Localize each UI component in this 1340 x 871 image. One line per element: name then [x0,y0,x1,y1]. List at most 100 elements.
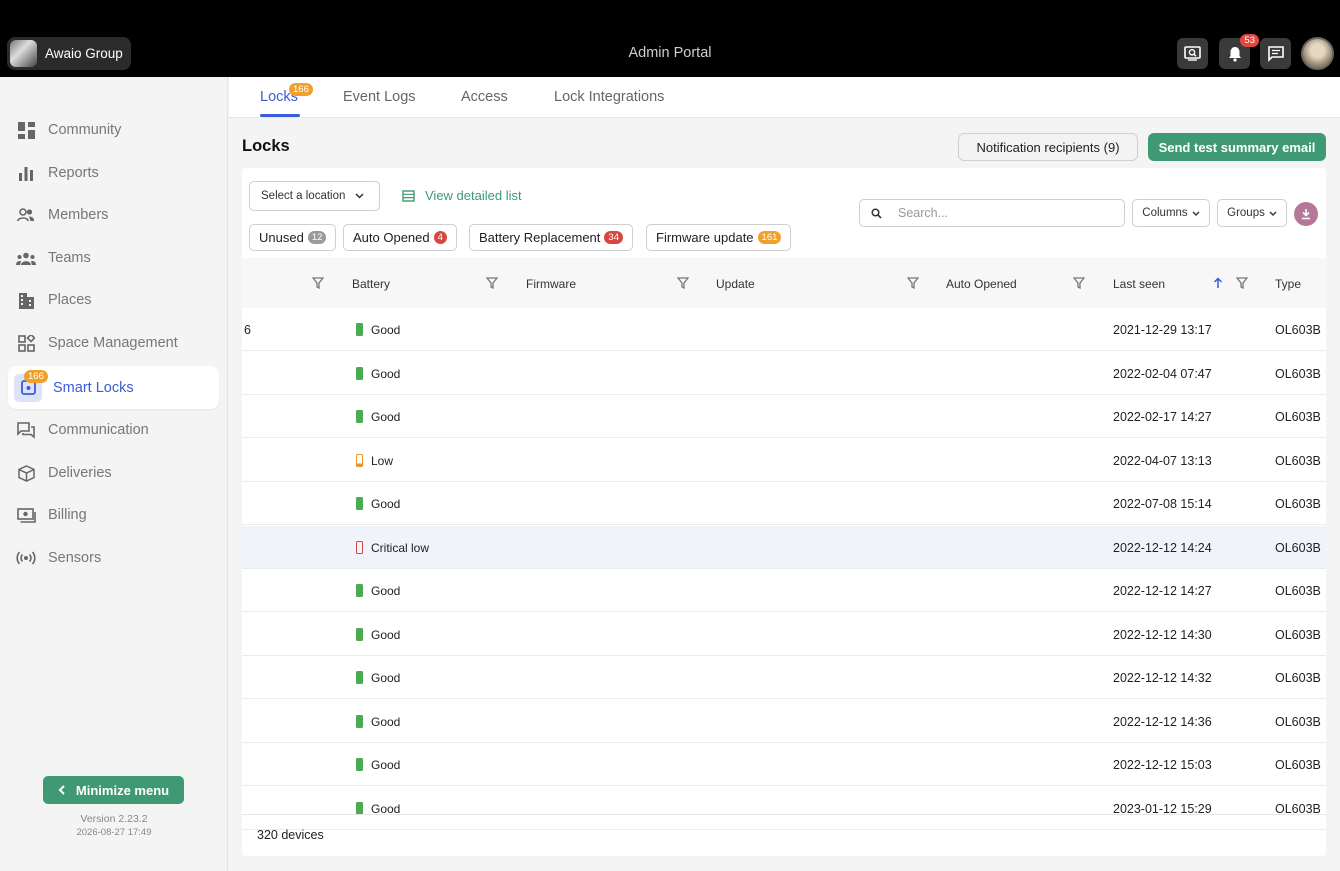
column-header-update[interactable]: Update [716,277,755,291]
filter-icon[interactable] [312,277,324,289]
download-button[interactable] [1294,202,1318,226]
last-seen: 2021-12-29 13:17 [1113,323,1212,337]
send-test-summary-email-button[interactable]: Send test summary email [1148,133,1326,161]
groups-icon [16,248,36,268]
sidebar-item-communication[interactable]: Communication [8,410,219,450]
table-row[interactable]: Good 2023-01-12 15:29 OL603B [242,787,1326,830]
sidebar-item-label: Reports [48,165,99,181]
battery-icon [356,758,363,771]
tab-lock-integrations[interactable]: Lock Integrations [554,89,664,105]
search-input[interactable]: Search... [859,199,1125,227]
page-title: Locks [242,137,290,155]
chevron-down-icon [1192,211,1200,216]
table-header: Battery Firmware Update Auto Opened Last… [242,258,1326,308]
tab-event-logs[interactable]: Event Logs [343,89,416,105]
table-row[interactable]: Low 2022-04-07 13:13 OL603B [242,439,1326,482]
battery-status: Good [371,627,401,642]
battery-status: Good [371,714,401,729]
table-row[interactable]: Good 2022-02-04 07:47 OL603B [242,352,1326,395]
notifications-badge: 53 [1240,34,1259,47]
minimize-menu-button[interactable]: Minimize menu [43,776,184,804]
sidebar-item-community[interactable]: Community [8,110,219,150]
chip-count: 34 [604,231,623,244]
column-header-last-seen[interactable]: Last seen [1113,277,1165,291]
table-row[interactable]: 6 Good 2021-12-29 13:17 OL603B [242,308,1326,351]
search-screen-button[interactable] [1177,38,1208,69]
last-seen: 2022-12-12 14:32 [1113,671,1212,685]
search-placeholder: Search... [898,206,949,220]
chip-unused[interactable]: Unused 12 [249,224,337,251]
chevron-down-icon [1269,211,1277,216]
portal-title: Admin Portal [628,45,712,61]
table-row[interactable]: Good 2022-02-17 14:27 OL603B [242,395,1326,438]
filter-icon[interactable] [486,277,498,289]
lock-type: OL603B [1275,584,1321,598]
chevron-left-icon [58,785,65,795]
app-version-date: 2026-08-27 17:49 [76,827,152,838]
sidebar-item-teams[interactable]: Teams [8,238,219,278]
table-row[interactable]: Good 2022-12-12 14:27 OL603B [242,569,1326,612]
sidebar-item-billing[interactable]: Billing [8,495,219,535]
filter-icon[interactable] [1236,277,1248,289]
sidebar-item-label: Places [48,292,92,308]
table-row[interactable]: Good 2022-07-08 15:14 OL603B [242,482,1326,525]
download-icon [1302,209,1310,220]
column-header-auto-opened[interactable]: Auto Opened [946,277,1017,291]
notifications-button[interactable]: 53 [1219,34,1259,69]
table-row[interactable]: Good 2022-12-12 14:32 OL603B [242,656,1326,699]
sidebar-item-label: Members [48,207,109,223]
groups-dropdown[interactable]: Groups [1217,199,1287,227]
filter-icon[interactable] [907,277,919,289]
sidebar-item-label: Sensors [48,550,102,566]
chip-auto-opened[interactable]: Auto Opened 4 [343,224,457,251]
filter-icon[interactable] [1073,277,1085,289]
sidebar: Community Reports Members Teams Places S… [0,77,228,871]
column-header-type[interactable]: Type [1275,277,1301,291]
filter-icon[interactable] [677,277,689,289]
battery-icon [356,366,363,380]
lock-type: OL603B [1275,671,1321,685]
chip-label: Unused [259,230,304,245]
columns-dropdown[interactable]: Columns [1132,199,1210,227]
table-row[interactable]: Good 2022-12-12 14:30 OL603B [242,613,1326,656]
view-detailed-list-link[interactable]: View detailed list [402,188,522,203]
sidebar-item-label: Deliveries [48,465,112,481]
messages-button[interactable] [1260,38,1291,69]
tab-access[interactable]: Access [461,89,508,105]
sidebar-item-space-management[interactable]: Space Management [8,323,219,363]
column-header-battery[interactable]: Battery [352,277,390,291]
column-header-firmware[interactable]: Firmware [526,277,576,291]
user-avatar[interactable] [1301,37,1334,70]
chip-battery-replacement[interactable]: Battery Replacement 34 [469,224,633,251]
last-seen: 2022-07-08 15:14 [1113,497,1212,511]
chip-count: 4 [433,231,447,244]
sort-ascending-icon[interactable] [1213,277,1223,289]
building-icon [16,290,36,310]
last-seen: 2022-12-12 14:27 [1113,584,1212,598]
table-row[interactable]: Critical low 2022-12-12 14:24 OL603B [242,525,1326,569]
table-footer-divider [242,814,1326,815]
location-select-label: Select a location [261,190,346,202]
battery-status: Good [371,671,401,685]
table-row[interactable]: Good 2022-12-12 14:36 OL603B [242,700,1326,743]
sidebar-item-places[interactable]: Places [8,280,219,320]
sidebar-item-deliveries[interactable]: Deliveries [8,453,219,493]
table-row[interactable]: Good 2022-12-12 15:03 OL603B [242,743,1326,786]
device-count: 320 devices [257,828,324,842]
sidebar-item-reports[interactable]: Reports [8,153,219,193]
chip-firmware-update[interactable]: Firmware update 161 [646,224,792,251]
app-version: Version 2.23.2 [80,813,148,825]
top-bar: Awaio Group Admin Portal 53 [0,0,1340,77]
sidebar-item-label: Community [48,122,122,138]
sidebar-item-smart-locks[interactable]: 166 Smart Locks [8,366,219,409]
last-seen: 2022-12-12 15:03 [1113,758,1212,772]
battery-icon [356,627,363,641]
search-icon [871,207,882,219]
battery-status: Good [371,584,401,598]
smart-locks-badge: 166 [24,370,48,383]
sidebar-item-members[interactable]: Members [8,195,219,235]
location-select[interactable]: Select a location [249,181,380,211]
lock-type: OL603B [1275,758,1321,772]
sidebar-item-sensors[interactable]: Sensors [8,538,219,578]
notification-recipients-button[interactable]: Notification recipients (9) [958,133,1138,161]
